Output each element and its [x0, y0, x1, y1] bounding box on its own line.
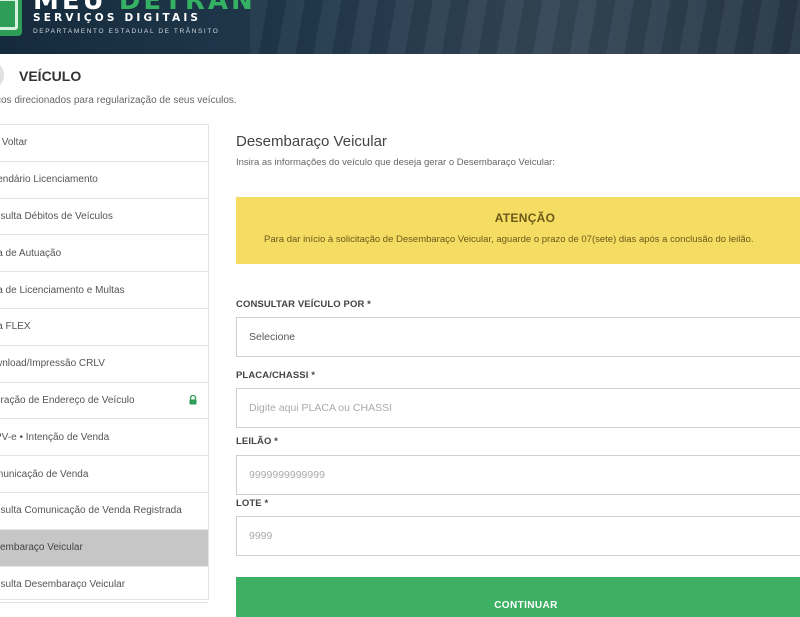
- continue-button[interactable]: CONTINUAR: [236, 577, 800, 617]
- sidebar-item-label: nsulta Débitos de Veículos: [0, 210, 113, 222]
- leilao-input[interactable]: [249, 469, 800, 481]
- page-title: Desembaraço Veicular: [236, 133, 387, 150]
- sidebar-item-consulta-comunicacao-venda[interactable]: nsulta Comunicação de Venda Registrada: [0, 493, 208, 530]
- sidebar-item-guia-licenciamento-multas[interactable]: ia de Licenciamento e Multas: [0, 272, 208, 309]
- header-banner: MEU DETRAN SERVIÇOS DIGITAIS DEPARTAMENT…: [0, 0, 800, 54]
- sidebar-item-label: sembaraço Veicular: [0, 542, 83, 554]
- leilao-field[interactable]: [236, 455, 800, 495]
- sidebar-item-guia-flex[interactable]: ia FLEX: [0, 309, 208, 346]
- sidebar-item-label: nsulta Desembaraço Veicular: [0, 578, 126, 590]
- lock-icon: [189, 394, 197, 405]
- sidebar-item-alteracao-endereco[interactable]: eração de Endereço de Veículo: [0, 383, 208, 420]
- section-title: VEÍCULO: [19, 68, 82, 84]
- sidebar-item-label: ia de Licenciamento e Multas: [0, 284, 125, 296]
- leilao-label: LEILÃO *: [236, 436, 278, 447]
- sidebar-item-voltar[interactable]: Voltar: [0, 125, 208, 162]
- placa-chassi-input[interactable]: [249, 402, 800, 414]
- alert-text: Para dar início à solicitação de Desemba…: [264, 234, 754, 245]
- placa-chassi-field[interactable]: [236, 388, 800, 428]
- brand-subtitle: SERVIÇOS DIGITAIS: [33, 12, 202, 24]
- sidebar-item-label: eração de Endereço de Veículo: [0, 394, 135, 406]
- lote-field[interactable]: [236, 516, 800, 556]
- consultar-veiculo-label: CONSULTAR VEÍCULO POR *: [236, 299, 371, 310]
- sidebar-item-label: ia de Autuação: [0, 247, 62, 259]
- sidebar-item-label: PV-e • Intenção de Venda: [0, 431, 110, 443]
- sidebar-item-download-crlv[interactable]: wnload/Impressão CRLV: [0, 346, 208, 383]
- alert-title: ATENÇÃO: [494, 211, 556, 225]
- sidebar-item-label: lendário Licenciamento: [0, 174, 98, 186]
- detran-logo-icon[interactable]: [0, 0, 22, 36]
- banner-background: [250, 0, 800, 54]
- consultar-veiculo-select[interactable]: Selecione: [236, 317, 800, 357]
- sidebar-menu: Voltar lendário Licenciamento nsulta Déb…: [0, 124, 209, 604]
- consultar-veiculo-value: Selecione: [249, 331, 296, 343]
- sidebar-item-desembaraco-veicular[interactable]: sembaraço Veicular: [0, 529, 208, 567]
- lote-label: LOTE *: [236, 498, 269, 509]
- sidebar-item-label: ia FLEX: [0, 321, 31, 333]
- lote-input[interactable]: [249, 530, 800, 542]
- vehicle-section-icon: [0, 64, 4, 86]
- sidebar-item-label: Voltar: [1, 137, 28, 149]
- sidebar-item-comunicacao-venda[interactable]: municação de Venda: [0, 456, 208, 493]
- brand-department: DEPARTAMENTO ESTADUAL DE TRÂNSITO: [33, 28, 220, 35]
- placa-chassi-label: PLACA/CHASSI *: [236, 370, 315, 381]
- sidebar-item-label: municação de Venda: [0, 468, 89, 480]
- page-description: Insira as informações do veículo que des…: [236, 157, 555, 168]
- attention-alert: ATENÇÃO Para dar início à solicitação de…: [236, 197, 800, 264]
- sidebar-item-calendario-licenciamento[interactable]: lendário Licenciamento: [0, 162, 208, 199]
- sidebar-item-consulta-desembaraco[interactable]: nsulta Desembaraço Veicular: [0, 567, 208, 604]
- section-subtitle: ços direcionados para regularização de s…: [0, 95, 237, 106]
- sidebar-item-guia-autuacao[interactable]: ia de Autuação: [0, 235, 208, 273]
- sidebar-item-consulta-debitos[interactable]: nsulta Débitos de Veículos: [0, 199, 208, 236]
- sidebar-item-label: nsulta Comunicação de Venda Registrada: [0, 505, 182, 517]
- sidebar-item-atpve-intencao-venda[interactable]: PV-e • Intenção de Venda: [0, 419, 208, 457]
- sidebar-item-label: wnload/Impressão CRLV: [0, 358, 105, 370]
